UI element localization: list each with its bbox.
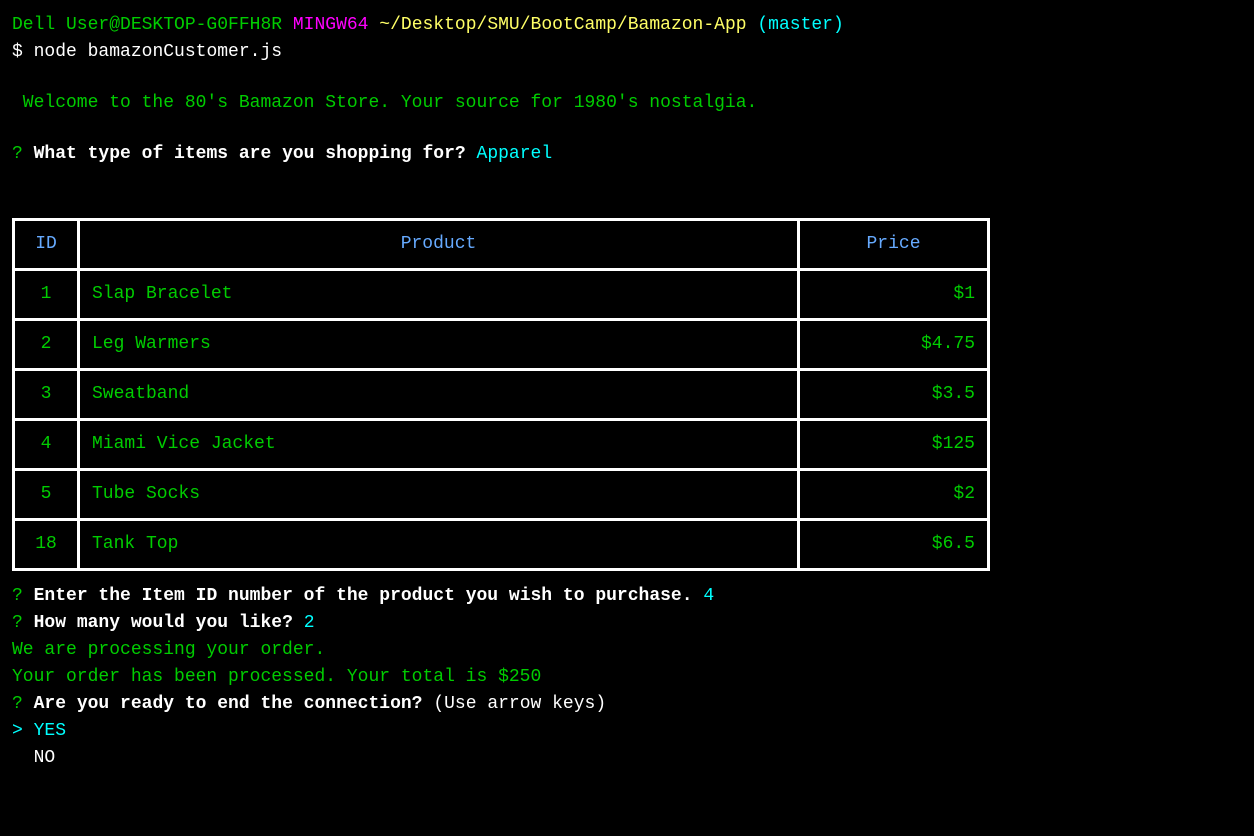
prompt-item-id: ? Enter the Item ID number of the produc… <box>12 583 1242 610</box>
cell-id: 5 <box>14 470 79 520</box>
cell-price: $6.5 <box>799 520 989 570</box>
prompt-marker: ? <box>12 586 23 606</box>
cell-id: 4 <box>14 420 79 470</box>
menu-option-no[interactable]: NO <box>12 745 1242 772</box>
prompt-branch: (master) <box>757 15 843 35</box>
cell-product: Sweatband <box>79 370 799 420</box>
processed-message: Your order has been processed. Your tota… <box>12 664 1242 691</box>
prompt-marker: ? <box>12 613 23 633</box>
menu-option-yes[interactable]: > YES <box>12 718 1242 745</box>
table-row: 1Slap Bracelet$1 <box>14 270 989 320</box>
cell-product: Tank Top <box>79 520 799 570</box>
prompt-question-text: Are you ready to end the connection? <box>34 694 423 714</box>
prompt-marker: ? <box>12 694 23 714</box>
prompt-marker: ? <box>12 144 23 164</box>
prompt-answer: 4 <box>703 586 714 606</box>
header-id: ID <box>14 220 79 270</box>
cell-price: $2 <box>799 470 989 520</box>
table-row: 2Leg Warmers$4.75 <box>14 320 989 370</box>
command-line[interactable]: $ node bamazonCustomer.js <box>12 39 1242 66</box>
cell-price: $125 <box>799 420 989 470</box>
cell-price: $1 <box>799 270 989 320</box>
prompt-question-text: How many would you like? <box>34 613 293 633</box>
cell-product: Leg Warmers <box>79 320 799 370</box>
processing-message: We are processing your order. <box>12 637 1242 664</box>
prompt-shopping-type: ? What type of items are you shopping fo… <box>12 141 1242 168</box>
caret-icon <box>12 748 34 768</box>
table-row: 4Miami Vice Jacket$125 <box>14 420 989 470</box>
table-row: 18Tank Top$6.5 <box>14 520 989 570</box>
caret-icon: > <box>12 721 34 741</box>
shell-prompt-line: Dell User@DESKTOP-G0FFH8R MINGW64 ~/Desk… <box>12 12 1242 39</box>
cell-price: $3.5 <box>799 370 989 420</box>
menu-option-label: NO <box>34 748 56 768</box>
prompt-end-connection: ? Are you ready to end the connection? (… <box>12 691 1242 718</box>
product-table: ID Product Price 1Slap Bracelet$12Leg Wa… <box>12 218 990 571</box>
cell-product: Tube Socks <box>79 470 799 520</box>
welcome-message: Welcome to the 80's Bamazon Store. Your … <box>12 90 1242 117</box>
cell-id: 2 <box>14 320 79 370</box>
prompt-hint: (Use arrow keys) <box>433 694 606 714</box>
table-header-row: ID Product Price <box>14 220 989 270</box>
table-row: 3Sweatband$3.5 <box>14 370 989 420</box>
menu-option-label: YES <box>34 721 66 741</box>
cell-id: 3 <box>14 370 79 420</box>
prompt-user: Dell User@DESKTOP-G0FFH8R <box>12 15 282 35</box>
cell-product: Slap Bracelet <box>79 270 799 320</box>
cell-price: $4.75 <box>799 320 989 370</box>
prompt-answer: Apparel <box>477 144 553 164</box>
prompt-question-text: Enter the Item ID number of the product … <box>34 586 693 606</box>
table-row: 5Tube Socks$2 <box>14 470 989 520</box>
cell-id: 18 <box>14 520 79 570</box>
header-product: Product <box>79 220 799 270</box>
prompt-answer: 2 <box>304 613 315 633</box>
entered-command: node bamazonCustomer.js <box>34 42 282 62</box>
cell-product: Miami Vice Jacket <box>79 420 799 470</box>
prompt-symbol: $ <box>12 42 23 62</box>
prompt-shell: MINGW64 <box>293 15 369 35</box>
prompt-path: ~/Desktop/SMU/BootCamp/Bamazon-App <box>379 15 746 35</box>
header-price: Price <box>799 220 989 270</box>
cell-id: 1 <box>14 270 79 320</box>
prompt-quantity: ? How many would you like? 2 <box>12 610 1242 637</box>
prompt-question-text: What type of items are you shopping for? <box>34 144 466 164</box>
